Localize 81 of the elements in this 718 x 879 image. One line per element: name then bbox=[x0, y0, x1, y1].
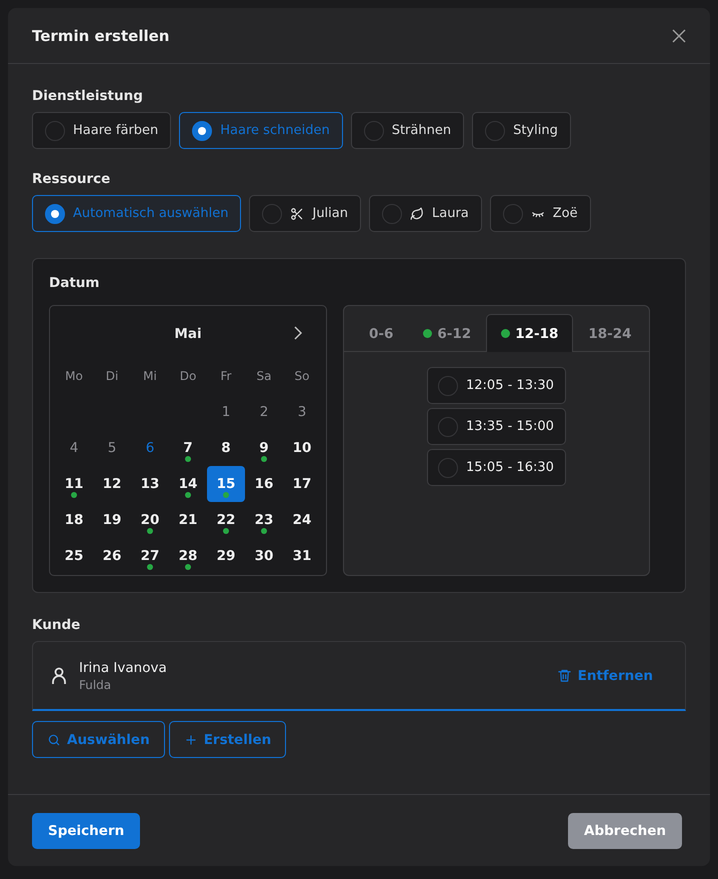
radio-icon bbox=[262, 204, 282, 224]
resource-option[interactable]: Zoë bbox=[490, 195, 591, 232]
plus-icon bbox=[184, 732, 198, 746]
person-icon bbox=[51, 666, 67, 684]
save-button[interactable]: Speichern bbox=[32, 812, 140, 848]
radio-icon bbox=[364, 120, 384, 140]
calendar-day[interactable]: 19 bbox=[93, 502, 131, 538]
customer-city: Fulda bbox=[79, 678, 112, 692]
time-slot[interactable]: 13:35 - 15:00 bbox=[427, 408, 566, 445]
radio-icon bbox=[438, 458, 458, 478]
calendar-day[interactable]: 24 bbox=[283, 502, 321, 538]
calendar-day[interactable]: 3 bbox=[283, 394, 321, 430]
calendar-day[interactable]: 14 bbox=[169, 466, 207, 502]
month-title: Mai bbox=[174, 326, 202, 342]
calendar-day[interactable]: 16 bbox=[245, 466, 283, 502]
section-label: Dienstleistung bbox=[32, 88, 144, 104]
service-option[interactable]: Haare färben bbox=[32, 112, 172, 149]
close-icon bbox=[672, 28, 686, 42]
radio-icon bbox=[438, 376, 458, 396]
weekday-label: Mo bbox=[64, 368, 84, 385]
calendar-day[interactable]: 6 bbox=[131, 430, 169, 466]
time-tab[interactable]: 12-18 bbox=[486, 314, 574, 352]
radio-icon bbox=[485, 120, 506, 140]
calendar-day[interactable]: 1 bbox=[207, 394, 245, 430]
customer-name: Irina Ivanova bbox=[79, 660, 168, 676]
close-button[interactable] bbox=[672, 28, 686, 42]
calendar-day[interactable]: 10 bbox=[283, 430, 321, 466]
scissors-icon bbox=[290, 206, 304, 220]
dialog-title: Termin erstellen bbox=[32, 26, 170, 44]
calendar-day[interactable]: 18 bbox=[55, 502, 93, 538]
weekday-label: So bbox=[294, 368, 310, 385]
radio-icon bbox=[45, 204, 65, 224]
weekday-label: Fr bbox=[220, 368, 232, 385]
calendar-day[interactable]: 26 bbox=[93, 538, 131, 574]
time-slot[interactable]: 12:05 - 13:30 bbox=[427, 367, 566, 404]
weekday-label: Mi bbox=[142, 368, 158, 385]
weekday-label: Do bbox=[178, 368, 198, 385]
calendar-day[interactable]: 23 bbox=[245, 502, 283, 538]
next-month-button[interactable] bbox=[292, 326, 304, 340]
section-label: Ressource bbox=[32, 171, 112, 187]
radio-icon bbox=[438, 416, 458, 436]
calendar-day[interactable]: 25 bbox=[55, 538, 93, 574]
chevron-right-icon bbox=[292, 326, 304, 340]
calendar-day[interactable]: 15 bbox=[207, 466, 245, 502]
weekday-label: Sa bbox=[256, 368, 272, 385]
calendar-day[interactable]: 21 bbox=[169, 502, 207, 538]
calendar-day[interactable]: 27 bbox=[131, 538, 169, 574]
calendar-day[interactable]: 7 bbox=[169, 430, 207, 466]
search-icon bbox=[47, 732, 61, 746]
calendar-day[interactable]: 2 bbox=[245, 394, 283, 430]
calendar-day[interactable]: 22 bbox=[207, 502, 245, 538]
calendar-day[interactable]: 9 bbox=[245, 430, 283, 466]
resource-option[interactable]: Laura bbox=[369, 195, 482, 232]
calendar-day[interactable]: 12 bbox=[93, 466, 131, 502]
section-label: Datum bbox=[49, 275, 100, 291]
service-option[interactable]: Styling bbox=[472, 112, 571, 149]
calendar-day[interactable]: 17 bbox=[283, 466, 321, 502]
radio-icon bbox=[502, 204, 523, 224]
section-label: Kunde bbox=[32, 617, 82, 633]
time-slot[interactable]: 15:05 - 16:30 bbox=[427, 449, 566, 486]
time-tab[interactable]: 0-6 bbox=[354, 314, 408, 352]
calendar-day[interactable]: 28 bbox=[169, 538, 207, 574]
radio-icon bbox=[382, 204, 402, 224]
resource-option[interactable]: Julian bbox=[249, 195, 361, 232]
weekday-label: Di bbox=[104, 368, 120, 385]
radio-icon bbox=[192, 120, 212, 140]
calendar-day[interactable]: 30 bbox=[245, 538, 283, 574]
calendar-day[interactable]: 8 bbox=[207, 430, 245, 466]
calendar-day[interactable]: 4 bbox=[55, 430, 93, 466]
calendar-day[interactable]: 13 bbox=[131, 466, 169, 502]
calendar-day[interactable]: 11 bbox=[55, 466, 93, 502]
radio-icon bbox=[45, 120, 65, 140]
calendar-day[interactable]: 29 bbox=[207, 538, 245, 574]
calendar-day[interactable]: 31 bbox=[283, 538, 321, 574]
time-tab[interactable]: 18-24 bbox=[573, 314, 647, 352]
service-option[interactable]: Strähnen bbox=[350, 112, 464, 149]
calendar-day[interactable]: 5 bbox=[93, 430, 131, 466]
calendar-day[interactable]: 20 bbox=[131, 502, 169, 538]
leaf-icon bbox=[410, 206, 424, 220]
trash-icon bbox=[556, 668, 572, 683]
time-tab[interactable]: 6-12 bbox=[408, 314, 486, 352]
